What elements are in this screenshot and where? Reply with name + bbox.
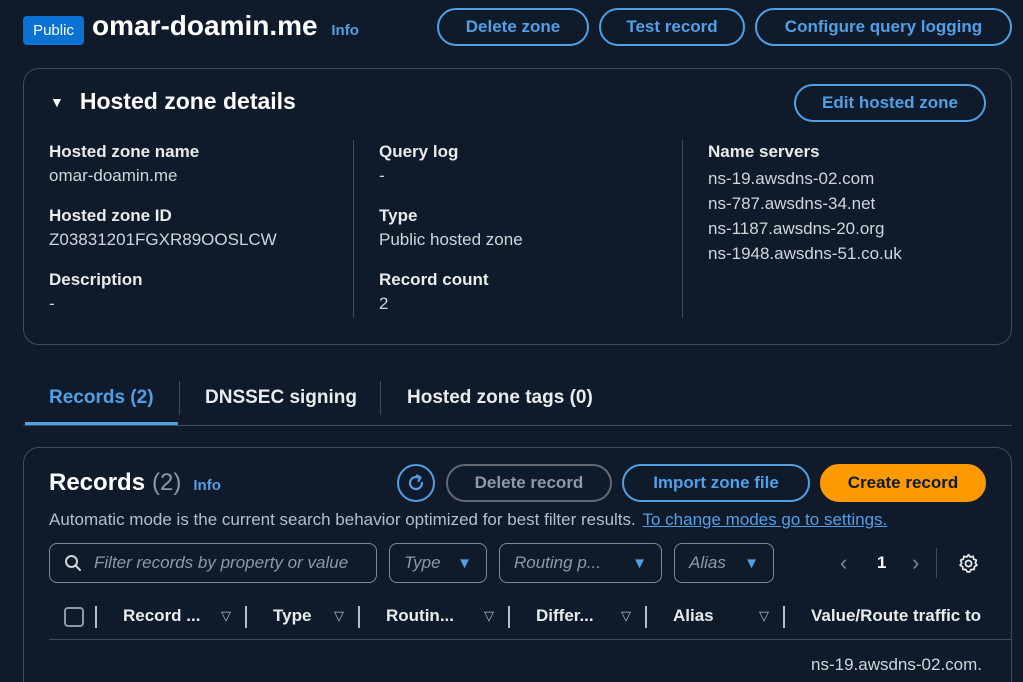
column-header-routing-policy[interactable]: Routin... ▽ <box>386 606 494 626</box>
settings-gear-icon[interactable] <box>958 553 979 574</box>
name-server-item: ns-1948.awsdns-51.co.uk <box>708 244 902 263</box>
mode-text: Automatic mode is the current search beh… <box>49 510 636 529</box>
type-value: Public hosted zone <box>379 230 523 249</box>
pagination-divider <box>936 548 937 578</box>
column-header-type[interactable]: Type ▽ <box>273 606 344 626</box>
search-input[interactable]: Filter records by property or value <box>49 543 377 583</box>
column-separator <box>783 606 785 628</box>
records-count: (2) <box>152 469 182 496</box>
tabs-border <box>23 425 1012 426</box>
query-log-label: Query log <box>379 142 459 161</box>
tab-hosted-zone-tags[interactable]: Hosted zone tags (0) <box>407 387 593 409</box>
type-label: Type <box>379 206 418 225</box>
hosted-zone-name-label: Hosted zone name <box>49 142 200 161</box>
column-header-label: Record ... <box>123 606 201 625</box>
alias-filter-select[interactable]: Alias ▼ <box>674 543 774 583</box>
refresh-button[interactable] <box>397 464 435 502</box>
caret-down-icon: ▼ <box>744 554 759 572</box>
sort-caret-icon: ▽ <box>759 608 769 623</box>
hosted-zone-name-value: omar-doamin.me <box>49 166 178 185</box>
description-value: - <box>49 294 55 313</box>
details-col-1: Hosted zone name omar-doamin.me Hosted z… <box>49 142 277 314</box>
table-cell-value: ns-19.awsdns-02.com. <box>811 655 983 674</box>
routing-filter-select[interactable]: Routing p... ▼ <box>499 543 662 583</box>
change-mode-link[interactable]: To change modes go to settings. <box>643 510 888 529</box>
caret-down-icon: ▼ <box>50 93 64 110</box>
type-filter-select[interactable]: Type ▼ <box>389 543 487 583</box>
details-col-2: Query log - Type Public hosted zone Reco… <box>379 142 523 314</box>
tab-divider <box>380 381 381 415</box>
sort-caret-icon: ▽ <box>484 608 494 623</box>
column-header-differentiator[interactable]: Differ... ▽ <box>536 606 631 626</box>
name-servers-label: Name servers <box>708 142 820 161</box>
refresh-icon <box>408 474 424 491</box>
records-info-link[interactable]: Info <box>193 477 221 494</box>
record-count-label: Record count <box>379 270 489 289</box>
record-count-value: 2 <box>379 294 389 313</box>
edit-hosted-zone-button[interactable]: Edit hosted zone <box>794 84 986 122</box>
sort-caret-icon: ▽ <box>334 608 344 623</box>
sort-caret-icon: ▽ <box>621 608 631 623</box>
delete-record-button[interactable]: Delete record <box>446 464 612 502</box>
column-header-label: Type <box>273 606 312 625</box>
next-page-icon[interactable]: › <box>912 550 919 576</box>
caret-down-icon: ▼ <box>457 554 472 572</box>
hosted-zone-details-header[interactable]: ▼ Hosted zone details <box>50 88 296 115</box>
column-header-alias[interactable]: Alias ▽ <box>673 606 769 626</box>
search-icon <box>65 555 81 571</box>
column-separator <box>358 606 360 628</box>
records-header: Records (2) Info <box>49 469 221 497</box>
details-divider-1 <box>353 140 354 318</box>
column-header-record-name[interactable]: Record ... ▽ <box>123 606 231 626</box>
column-header-label: Alias <box>673 606 714 625</box>
name-server-item: ns-19.awsdns-02.com <box>708 169 875 188</box>
tab-divider <box>179 381 180 415</box>
name-server-item: ns-787.awsdns-34.net <box>708 194 876 213</box>
records-heading: Records <box>49 469 146 496</box>
mode-info: Automatic mode is the current search beh… <box>49 510 887 530</box>
details-divider-2 <box>682 140 683 318</box>
info-link[interactable]: Info <box>331 22 359 39</box>
column-separator <box>245 606 247 628</box>
create-record-button[interactable]: Create record <box>820 464 986 502</box>
page-number[interactable]: 1 <box>877 553 886 573</box>
routing-filter-label: Routing p... <box>514 553 601 572</box>
hosted-zone-details-heading: Hosted zone details <box>79 88 296 114</box>
caret-down-icon: ▼ <box>632 554 647 572</box>
import-zone-file-button[interactable]: Import zone file <box>622 464 810 502</box>
page-title-text: omar-doamin.me <box>92 10 318 41</box>
select-all-checkbox[interactable] <box>64 607 84 627</box>
column-separator <box>508 606 510 628</box>
type-filter-label: Type <box>404 553 441 572</box>
sort-caret-icon: ▽ <box>221 608 231 623</box>
previous-page-icon[interactable]: ‹ <box>840 550 847 576</box>
configure-query-logging-button[interactable]: Configure query logging <box>755 8 1012 46</box>
delete-zone-button[interactable]: Delete zone <box>437 8 589 46</box>
table-header-border <box>49 639 1012 640</box>
search-placeholder: Filter records by property or value <box>94 553 349 572</box>
details-col-3: Name servers ns-19.awsdns-02.com ns-787.… <box>708 142 902 266</box>
tab-dnssec-signing[interactable]: DNSSEC signing <box>205 387 357 409</box>
page-title: omar-doamin.me Info <box>92 10 359 42</box>
name-server-item: ns-1187.awsdns-20.org <box>708 219 885 238</box>
description-label: Description <box>49 270 143 289</box>
hosted-zone-id-label: Hosted zone ID <box>49 206 172 225</box>
column-header-label: Routin... <box>386 606 454 625</box>
column-separator <box>645 606 647 628</box>
public-badge: Public <box>23 16 84 45</box>
alias-filter-label: Alias <box>689 553 726 572</box>
hosted-zone-id-value: Z03831201FGXR89OOSLCW <box>49 230 277 249</box>
query-log-value: - <box>379 166 385 185</box>
column-header-value[interactable]: Value/Route traffic to <box>811 606 981 626</box>
column-header-label: Differ... <box>536 606 594 625</box>
column-header-label: Value/Route traffic to <box>811 606 982 625</box>
column-separator <box>95 606 97 628</box>
tab-records[interactable]: Records (2) <box>49 387 154 409</box>
test-record-button[interactable]: Test record <box>599 8 745 46</box>
